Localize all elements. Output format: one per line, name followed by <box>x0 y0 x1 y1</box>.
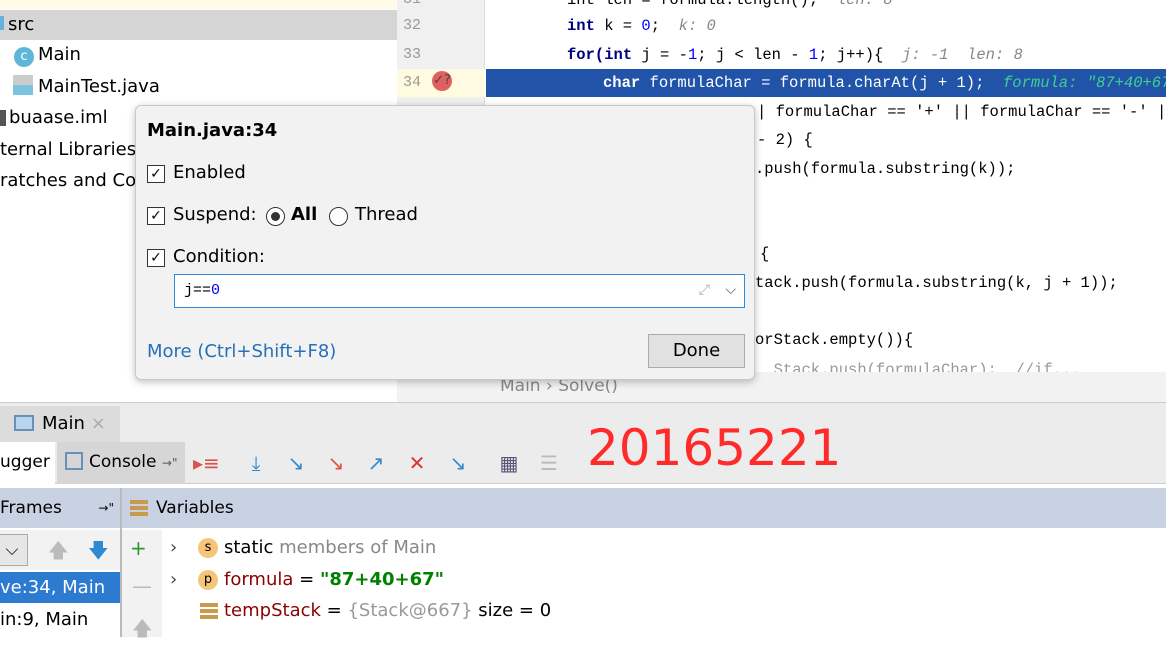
frames-toolbar: ⌵ 🡅 🡇 <box>0 530 120 570</box>
condition-checkbox[interactable]: ✓ <box>147 249 165 267</box>
tree-label: src <box>8 14 35 35</box>
code-line-36: - 2) { <box>757 131 813 149</box>
variable-row[interactable]: tempStack = {Stack@667} size = 0 <box>170 596 551 626</box>
debug-toolbar: ugger Console →" ▸≡ ⤓ ↘ ↘ ↗ ✕ ↘ ▦ ☰ <box>0 442 1166 484</box>
class-icon: c <box>14 47 34 67</box>
code-line-41: tack.push(formula.substring(k, j + 1)); <box>755 274 1118 292</box>
code-line-37: .push(formula.substring(k)); <box>755 160 1016 178</box>
suspend-all-label: All <box>291 204 318 225</box>
parameter-badge-icon: p <box>198 570 218 590</box>
tree-top-strip <box>0 0 397 9</box>
thread-dropdown[interactable]: ⌵ <box>0 534 28 566</box>
run-tab-bar: Main × <box>0 402 1166 442</box>
trace-icon[interactable]: ☰ <box>536 450 562 476</box>
force-step-into-icon[interactable]: ↘ <box>323 450 349 476</box>
step-over-icon[interactable]: ⤓ <box>243 450 269 476</box>
code-line-34: char formulaChar = formula.charAt(j + 1)… <box>603 74 1166 92</box>
folder-icon <box>0 16 4 30</box>
new-watch-icon[interactable]: + <box>130 536 147 560</box>
arrow-down-icon[interactable]: 🡇 <box>88 536 109 570</box>
variables-icon <box>130 500 148 516</box>
suspend-thread-radio[interactable] <box>329 207 348 226</box>
tree-label: ratches and Con <box>0 170 148 191</box>
field-icon <box>200 603 218 619</box>
tree-item-iml[interactable]: buaase.iml <box>0 103 108 133</box>
watermark-text: 20165221 <box>587 419 842 477</box>
condition-input[interactable]: j==0 ⤢ ⌵ <box>174 274 745 308</box>
static-badge-icon: s <box>198 538 218 558</box>
evaluate-expression-icon[interactable]: ▦ <box>496 450 522 476</box>
done-button[interactable]: Done <box>648 334 745 368</box>
code-line-44: Stack.push(formulaChar); //if... <box>755 361 1081 372</box>
code-line-40: { <box>760 245 770 263</box>
popup-title: Main.java:34 <box>147 120 278 141</box>
tree-label: buaase.iml <box>9 107 108 128</box>
enabled-checkbox[interactable]: ✓ <box>147 165 165 183</box>
module-file-icon <box>0 110 6 126</box>
frames-header: Frames →" <box>0 488 120 528</box>
chevron-down-icon[interactable]: ⌵ <box>725 275 736 307</box>
drop-frame-icon[interactable]: ✕ <box>404 450 430 476</box>
close-icon[interactable]: × <box>91 413 106 434</box>
tree-item-scratches[interactable]: ratches and Con <box>0 166 148 196</box>
line-number: 34 <box>403 74 422 91</box>
breakpoint-popup: Main.java:34 ✓ Enabled ✓ Suspend: All Th… <box>135 105 755 380</box>
tree-item-maintest[interactable]: MainTest.java <box>13 72 160 102</box>
line-number: 32 <box>403 17 422 34</box>
tab-console[interactable]: Console →" <box>57 442 185 484</box>
code-line-33: for(int j = -1; j < len - 1; j++){ j: -1… <box>567 46 1023 64</box>
tab-debugger[interactable]: ugger <box>0 442 55 484</box>
variable-row[interactable]: › p formula = "87+40+67" <box>170 565 444 595</box>
line-number: 33 <box>403 46 422 63</box>
variables-side-toolbar: + — 🡅 <box>122 530 162 640</box>
show-execution-point-icon[interactable]: ▸≡ <box>193 450 220 476</box>
code-line-32: int k = 0; k: 0 <box>567 17 716 35</box>
tree-item-external-libraries[interactable]: ternal Libraries <box>0 135 136 165</box>
step-out-icon[interactable]: ↗ <box>363 450 389 476</box>
expand-icon[interactable]: ⤢ <box>699 275 710 307</box>
condition-label: Condition: <box>173 246 265 267</box>
suspend-all-radio[interactable] <box>266 207 285 226</box>
run-to-cursor-icon[interactable]: ↘ <box>445 450 471 476</box>
tree-label: MainTest.java <box>38 76 160 97</box>
remove-watch-icon[interactable]: — <box>132 574 152 598</box>
run-tab-main[interactable]: Main × <box>0 406 120 442</box>
expand-arrow-icon[interactable]: › <box>170 565 177 595</box>
frame-item[interactable]: in:9, Main <box>0 604 120 635</box>
variable-row[interactable]: › s static members of Main <box>170 533 436 563</box>
suspend-label: Suspend: <box>173 204 257 225</box>
variables-header: Variables <box>122 488 1166 528</box>
suspend-checkbox[interactable]: ✓ <box>147 207 165 225</box>
step-into-icon[interactable]: ↘ <box>283 450 309 476</box>
frame-item[interactable]: ve:34, Main <box>0 572 120 603</box>
code-line-43: orStack.empty()){ <box>755 331 914 349</box>
tree-item-src[interactable]: src <box>0 10 397 40</box>
java-file-icon <box>13 75 33 95</box>
conditional-breakpoint-icon[interactable]: ✓? <box>432 71 452 91</box>
console-icon <box>65 452 83 470</box>
current-line-highlight: char formulaChar = formula.charAt(j + 1)… <box>486 69 1166 97</box>
window-icon <box>14 415 34 431</box>
code-line-35: | formulaChar == '+' || formulaChar == '… <box>757 103 1166 121</box>
tree-label: Main <box>38 44 81 65</box>
tree-label: ternal Libraries <box>0 139 137 160</box>
expand-arrow-icon[interactable]: › <box>170 533 177 563</box>
arrow-up-icon[interactable]: 🡅 <box>48 536 69 570</box>
suspend-thread-label: Thread <box>355 204 418 225</box>
more-link[interactable]: More (Ctrl+Shift+F8) <box>147 341 336 362</box>
tree-item-main[interactable]: c Main <box>14 40 81 70</box>
move-up-icon[interactable]: 🡅 <box>132 614 153 648</box>
enabled-label: Enabled <box>173 162 246 183</box>
